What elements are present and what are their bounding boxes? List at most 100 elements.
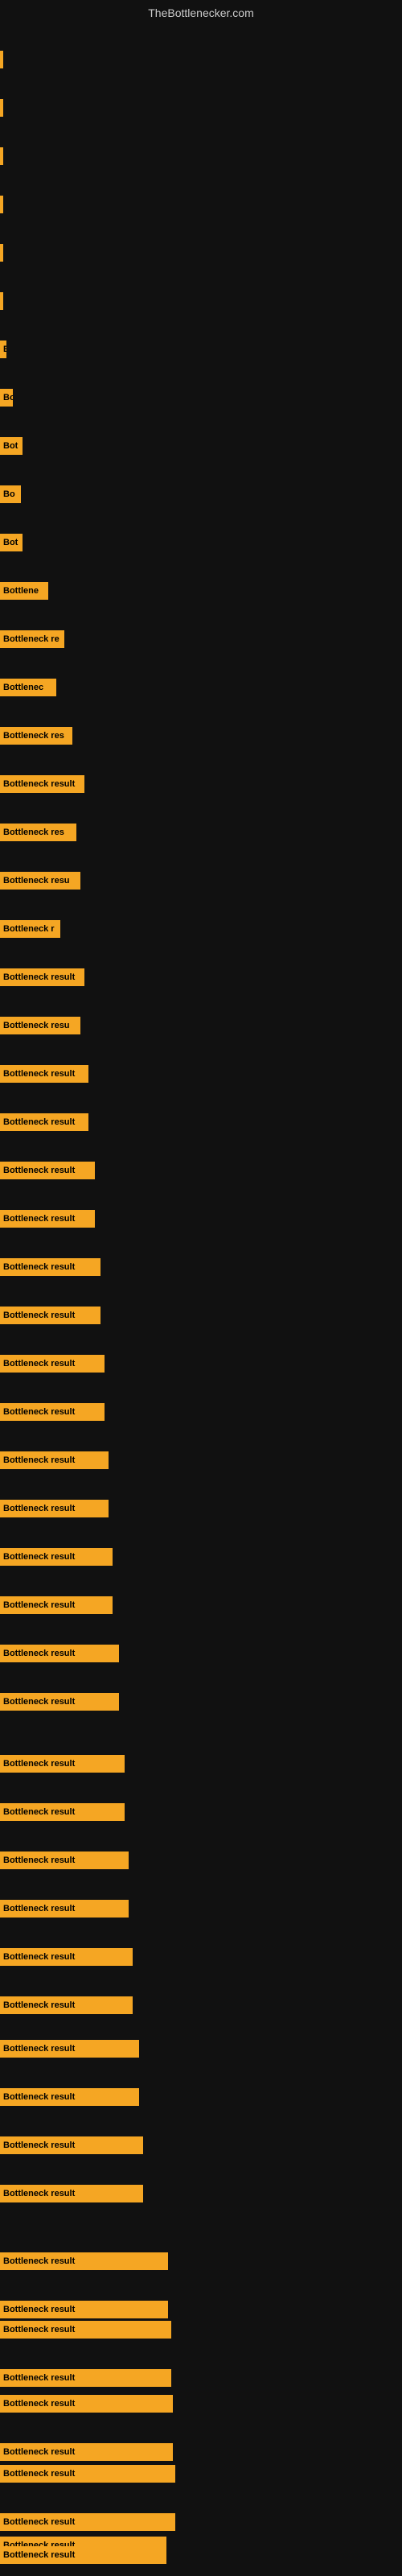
bar-label: Bottleneck res	[3, 731, 64, 741]
bar-label: Bottleneck result	[3, 1311, 75, 1320]
bar-item: Bottleneck result	[0, 1690, 119, 1713]
bar-label: Bottleneck result	[3, 2447, 75, 2457]
bar-label: Bottleneck result	[3, 779, 75, 789]
bar-label: Bottleneck result	[3, 2550, 75, 2560]
bar-item: Bottleneck result	[0, 2511, 175, 2533]
bar-label: Bottleneck result	[3, 1262, 75, 1272]
bar-item: Bottleneck result	[0, 2318, 171, 2341]
bar-item: Bottleneck result	[0, 966, 84, 989]
bar-label: Bottleneck res	[3, 828, 64, 837]
bar-label: Bottleneck result	[3, 2373, 75, 2383]
bar-label: Bottleneck result	[3, 2189, 75, 2198]
bar-label: Bottleneck result	[3, 1504, 75, 1513]
bar-label: Bottleneck result	[3, 2092, 75, 2102]
bar-item: Bottleneck result	[0, 2086, 139, 2108]
bar-label: Bottleneck result	[3, 2044, 75, 2054]
site-title: TheBottlenecker.com	[0, 6, 402, 19]
bar-label: Bottleneck result	[3, 1166, 75, 1175]
bar-label: Bot	[3, 441, 18, 451]
bar-item	[0, 242, 3, 264]
bar-label: Bottleneck result	[3, 1407, 75, 1417]
bar-label: Bottleneck result	[3, 1069, 75, 1079]
bar-item: Bottleneck resu	[0, 869, 80, 892]
bar-item: Bottleneck result	[0, 2441, 173, 2463]
bar-label: Bottleneck result	[3, 1649, 75, 1658]
bar-label: Bottleneck result	[3, 2325, 75, 2334]
bar-item: Bottleneck result	[0, 1304, 100, 1327]
bar-item: Bottleneck result	[0, 1849, 129, 1872]
bar-item: Bottleneck result	[0, 1946, 133, 1968]
bar-item: Bottleneck result	[0, 1256, 100, 1278]
bar-item: Bottlenec	[0, 676, 56, 699]
bar-item	[0, 145, 3, 167]
bar-item: Bottleneck result	[0, 2298, 168, 2321]
bar-label: Bottleneck result	[3, 1552, 75, 1562]
bar-label: Bottleneck result	[3, 1697, 75, 1707]
bar-label: Bottleneck result	[3, 2305, 75, 2314]
bar-label: Bottleneck resu	[3, 876, 70, 886]
bar-item: B	[0, 338, 6, 361]
bar-item	[0, 193, 3, 216]
bar-item: Bottlene	[0, 580, 48, 602]
bar-item: Bottleneck result	[0, 773, 84, 795]
bar-label: Bo	[3, 393, 13, 402]
bar-item: Bo	[0, 483, 21, 506]
bar-item: Bottleneck result	[0, 1208, 95, 1230]
bar-item: Bottleneck result	[0, 1752, 125, 1775]
bar-label: Bot	[3, 538, 18, 547]
bar-item: Bottleneck r	[0, 918, 60, 940]
bar-label: Bottleneck result	[3, 1359, 75, 1368]
bar-item: Bottleneck resu	[0, 1014, 80, 1037]
bar-label: Bottleneck result	[3, 1759, 75, 1769]
bar-label: Bottleneck result	[3, 1856, 75, 1865]
bar-label: Bottlene	[3, 586, 39, 596]
bar-label: Bo	[3, 489, 15, 499]
bar-label: Bottleneck result	[3, 1807, 75, 1817]
bar-item: Bottleneck result	[0, 1594, 113, 1616]
bar-item: Bot	[0, 531, 23, 554]
bar-label: B	[3, 345, 6, 354]
bar-item: Bottleneck res	[0, 821, 76, 844]
bar-label: Bottleneck result	[3, 2000, 75, 2010]
bar-item: Bottleneck result	[0, 1897, 129, 1920]
bar-item: Bottleneck result	[0, 1994, 133, 2017]
bar-item: Bottleneck result	[0, 1111, 88, 1133]
bar-label: Bottleneck result	[3, 1600, 75, 1610]
bar-item: Bottleneck result	[0, 2367, 171, 2389]
bar-label: Bottleneck result	[3, 2469, 75, 2479]
bar-label: Bottlenec	[3, 683, 43, 692]
bar-label: Bottleneck result	[3, 1117, 75, 1127]
bar-item: Bot	[0, 435, 23, 457]
bar-item: Bottleneck result	[0, 2037, 139, 2060]
bar-item: Bottleneck result	[0, 1159, 95, 1182]
bar-item: Bottleneck result	[0, 2544, 166, 2566]
bar-label: Bottleneck result	[3, 2517, 75, 2527]
bar-item: Bottleneck result	[0, 2462, 175, 2485]
bar-item: Bottleneck res	[0, 724, 72, 747]
bar-label: Bottleneck result	[3, 1455, 75, 1465]
bar-label: Bottleneck result	[3, 2399, 75, 2409]
bar-item	[0, 290, 3, 312]
bar-label: Bottleneck result	[3, 1214, 75, 1224]
bar-label: Bottleneck re	[3, 634, 59, 644]
bar-label: Bottleneck result	[3, 2256, 75, 2266]
bar-item: Bottleneck result	[0, 1352, 105, 1375]
bar-label: Bottleneck r	[3, 924, 55, 934]
bar-item: Bottleneck result	[0, 1801, 125, 1823]
bar-item: Bottleneck result	[0, 1063, 88, 1085]
bar-item: Bottleneck result	[0, 1401, 105, 1423]
bar-item: Bottleneck result	[0, 1497, 109, 1520]
bar-item	[0, 97, 3, 119]
bar-item: Bottleneck result	[0, 2182, 143, 2205]
bar-label: Bottleneck result	[3, 2140, 75, 2150]
bar-label: Bottleneck resu	[3, 1021, 70, 1030]
bar-item: Bottleneck result	[0, 1449, 109, 1472]
bar-item: Bo	[0, 386, 13, 409]
bar-item: Bottleneck result	[0, 2134, 143, 2157]
bar-item: Bottleneck re	[0, 628, 64, 650]
bar-item: Bottleneck result	[0, 1642, 119, 1665]
bar-item: Bottleneck result	[0, 2250, 168, 2273]
bar-item: Bottleneck result	[0, 1546, 113, 1568]
bar-label: Bottleneck result	[3, 972, 75, 982]
bar-label: Bottleneck result	[3, 1952, 75, 1962]
